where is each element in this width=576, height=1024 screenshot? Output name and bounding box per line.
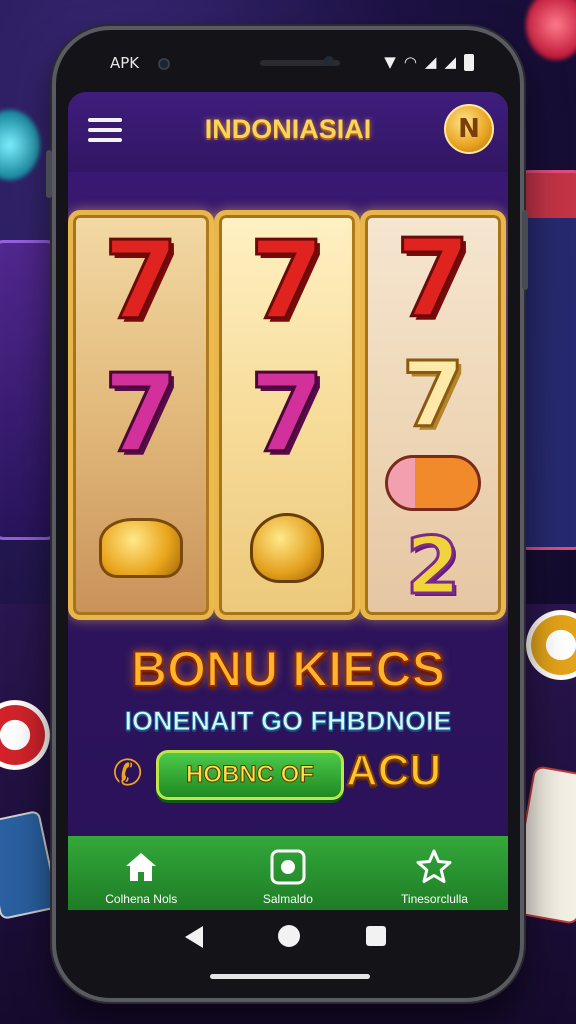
recent-apps-icon[interactable] [366,926,386,946]
status-bar: APK ▼ ◠ ◢ ◢ [60,48,480,80]
reel-symbol: 7 [248,351,326,477]
reel-symbol: 7 [394,217,472,342]
slot-reels: 7 7 7 7 7 7 2 [68,210,508,620]
phone-icon: ✆ [109,750,147,797]
nav-label: Tinesorclulla [401,892,468,906]
background-light [0,110,40,180]
power-button [522,210,528,290]
reel-1: 7 7 [68,210,214,620]
gold-bar-icon [81,489,201,607]
nav-item-home[interactable]: Colhena Nols [68,836,215,910]
star-icon [416,849,452,883]
reel-2: 7 7 [214,210,360,620]
back-icon[interactable] [185,926,203,948]
reel-symbol: 7 [400,343,466,448]
promo-subtitle: IONENAIT GO FHBDNOIE [124,706,452,737]
app-title: INDONIASIAI [204,114,372,144]
home-button-icon[interactable] [278,925,300,947]
nav-label: Salmaldo [262,892,313,906]
reel-symbol: 7 [248,218,326,344]
system-navigation-bar [60,912,516,992]
promo-cta-button[interactable]: HOBNC OF [156,750,344,800]
gesture-bar[interactable] [210,974,370,979]
nav-item-camera[interactable]: Salmaldo [215,836,362,910]
status-label: APK [110,54,140,72]
golden-bell-icon [227,489,347,607]
reel-symbol: 7 [102,351,180,477]
hamburger-menu-icon[interactable] [88,118,124,144]
promo-action-row: ✆ HOBNC OF ACU [68,744,508,804]
notification-icon: ▼ [384,53,396,71]
reel-3: 7 7 2 [360,210,506,620]
coin-balance-button[interactable]: N [444,104,494,154]
front-camera [158,58,170,70]
promo-side-text: ACU [345,745,442,796]
reel-symbol: 2 [404,521,461,614]
proximity-sensor [324,56,334,66]
app-bar: INDONIASIAI N [68,92,508,172]
nav-label: Colhena Nols [105,892,178,906]
reel-symbol: 7 [102,218,180,344]
nav-item-favorites[interactable]: Tinesorclulla [361,836,508,910]
camera-icon [270,849,306,885]
app-screen: INDONIASIAI N 7 7 7 7 7 7 2 BONU KIECS I… [68,92,508,910]
promo-title: BONU KIECS [130,640,446,698]
battery-icon [464,53,474,71]
background-slot-machine [0,240,60,540]
fruit-icon [373,453,493,513]
home-icon [126,853,157,881]
bottom-navigation: Colhena Nols Salmaldo Tinesorclulla [68,836,508,910]
wifi-icon: ◠ [403,53,417,71]
background-light [526,0,576,60]
signal-icon: ◢ [424,53,437,71]
status-icons: ▼ ◠ ◢ ◢ [384,52,474,72]
volume-button [46,150,52,198]
signal-icon: ◢ [444,53,456,71]
